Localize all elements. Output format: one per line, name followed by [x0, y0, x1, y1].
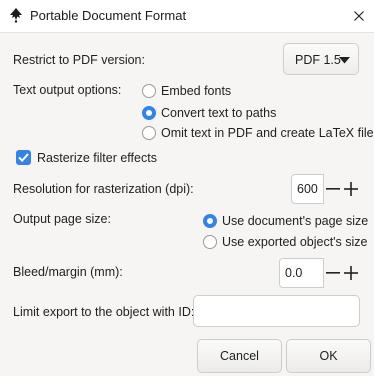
plus-icon	[343, 182, 358, 196]
inkscape-logo-icon	[10, 8, 22, 23]
ok-button-label: OK	[319, 349, 338, 363]
bleed-input[interactable]: 0.0	[279, 258, 324, 288]
rasterize-checkbox[interactable]	[16, 150, 31, 165]
close-button[interactable]	[344, 0, 374, 32]
bleed-label: Bleed/margin (mm):	[13, 265, 123, 279]
rasterize-label[interactable]: Rasterize filter effects	[37, 151, 157, 165]
resolution-input[interactable]: 600	[291, 174, 324, 204]
plus-icon	[343, 266, 358, 280]
bleed-decrement-button[interactable]	[324, 258, 341, 288]
cancel-button-label: Cancel	[220, 349, 259, 363]
limit-export-label: Limit export to the object with ID:	[13, 305, 195, 319]
resolution-decrement-button[interactable]	[324, 174, 341, 204]
radio-omit-text-latex-label[interactable]: Omit text in PDF and create LaTeX file	[161, 126, 374, 140]
radio-embed-fonts-label[interactable]: Embed fonts	[161, 84, 231, 98]
close-icon	[354, 11, 364, 21]
radio-omit-text-latex[interactable]	[142, 126, 156, 140]
resolution-value: 600	[297, 182, 318, 196]
bleed-increment-button[interactable]	[342, 258, 359, 288]
pdf-version-dropdown[interactable]: PDF 1.5	[283, 43, 359, 75]
pdf-version-value: PDF 1.5	[295, 53, 341, 67]
bleed-value: 0.0	[285, 266, 303, 280]
object-id-input[interactable]	[193, 295, 360, 327]
radio-exported-object-size[interactable]	[203, 235, 217, 249]
title-bar: Portable Document Format	[0, 0, 374, 33]
cancel-button[interactable]: Cancel	[197, 339, 282, 373]
radio-embed-fonts[interactable]	[142, 84, 156, 98]
radio-exported-object-size-label[interactable]: Use exported object's size	[222, 235, 368, 249]
text-output-label: Text output options:	[13, 83, 122, 97]
minus-icon	[325, 188, 340, 190]
radio-convert-text-to-paths[interactable]	[142, 106, 156, 120]
resolution-increment-button[interactable]	[342, 174, 359, 204]
radio-document-page-size-label[interactable]: Use document's page size	[222, 214, 368, 228]
pdf-version-label: Restrict to PDF version:	[13, 53, 145, 67]
radio-convert-text-to-paths-label[interactable]: Convert text to paths	[161, 106, 276, 120]
ok-button[interactable]: OK	[286, 339, 371, 373]
checkmark-icon	[18, 153, 29, 163]
resolution-label: Resolution for rasterization (dpi):	[13, 182, 194, 196]
radio-document-page-size[interactable]	[203, 214, 217, 228]
minus-icon	[325, 272, 340, 274]
page-size-label: Output page size:	[13, 212, 111, 226]
window-title: Portable Document Format	[30, 8, 187, 23]
triangle-down-icon	[339, 57, 350, 64]
